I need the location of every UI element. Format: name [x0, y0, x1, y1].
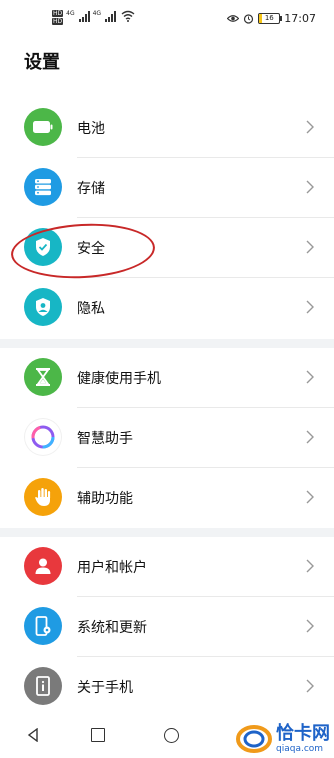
settings-item-about-phone[interactable]: 关于手机	[0, 657, 334, 717]
item-label: 用户和帐户	[77, 560, 147, 576]
settings-item-storage[interactable]: 存储	[0, 158, 334, 218]
chevron-right-icon	[306, 619, 314, 633]
settings-group-1: 电池 存储 安全 隐私	[0, 98, 334, 338]
settings-item-battery[interactable]: 电池	[0, 98, 334, 158]
item-label: 辅助功能	[77, 491, 133, 507]
item-label: 存储	[77, 181, 105, 197]
section-gap	[0, 339, 334, 348]
chevron-right-icon	[306, 240, 314, 254]
hd-badge: HD	[52, 10, 64, 17]
chevron-right-icon	[306, 430, 314, 444]
hand-icon	[24, 478, 62, 516]
assistant-icon	[24, 418, 62, 456]
eye-icon	[227, 15, 240, 22]
chevron-right-icon	[306, 180, 314, 194]
watermark-title: 恰卡网	[276, 723, 330, 744]
alarm-icon	[244, 14, 254, 24]
settings-item-privacy[interactable]: 隐私	[0, 278, 334, 338]
signal-icon	[105, 10, 117, 22]
signal-icon	[78, 10, 90, 22]
4g-label: 4G	[66, 10, 75, 17]
chevron-right-icon	[306, 679, 314, 693]
user-icon	[24, 547, 62, 585]
status-bar: HD HD 4G 4G 16 17:07	[0, 0, 334, 40]
privacy-icon	[24, 288, 62, 326]
settings-item-digital-balance[interactable]: 健康使用手机	[0, 348, 334, 408]
watermark: 恰卡网 qiaqa.com	[236, 724, 330, 754]
network-badges: HD HD	[52, 10, 64, 25]
hd-badge: HD	[52, 18, 64, 25]
status-right: 16 17:07	[227, 12, 316, 25]
battery-icon	[24, 108, 62, 146]
settings-item-system-update[interactable]: 系统和更新	[0, 597, 334, 657]
wifi-icon	[121, 10, 135, 22]
settings-group-3: 用户和帐户 系统和更新 关于手机	[0, 537, 334, 717]
storage-icon	[24, 168, 62, 206]
chevron-right-icon	[306, 559, 314, 573]
section-gap	[0, 528, 334, 537]
item-label: 电池	[77, 121, 105, 137]
battery-level: 16	[264, 14, 274, 22]
watermark-url: qiaqa.com	[276, 744, 324, 754]
settings-item-assistant[interactable]: 智慧助手	[0, 408, 334, 468]
item-label: 健康使用手机	[77, 371, 161, 387]
recents-button[interactable]	[91, 728, 105, 742]
watermark-text: 恰卡网 qiaqa.com	[276, 723, 330, 755]
settings-item-accessibility[interactable]: 辅助功能	[0, 468, 334, 528]
signal-group: HD HD 4G 4G	[52, 10, 135, 25]
phone-gear-icon	[24, 607, 62, 645]
chevron-right-icon	[306, 490, 314, 504]
battery-indicator: 16	[258, 13, 283, 24]
home-button[interactable]	[164, 728, 179, 743]
clock: 17:07	[284, 12, 316, 25]
watermark-logo-icon	[236, 725, 272, 753]
item-label: 关于手机	[77, 680, 133, 696]
item-label: 智慧助手	[77, 431, 133, 447]
page-title: 设置	[24, 52, 60, 73]
hourglass-icon	[24, 358, 62, 396]
back-icon[interactable]	[27, 728, 39, 742]
settings-group-2: 健康使用手机 智慧助手 辅助功能	[0, 348, 334, 528]
phone-info-icon	[24, 667, 62, 705]
chevron-right-icon	[306, 120, 314, 134]
item-label: 系统和更新	[77, 620, 147, 636]
chevron-right-icon	[306, 300, 314, 314]
chevron-right-icon	[306, 370, 314, 384]
item-label: 隐私	[77, 301, 105, 317]
4g-label: 4G	[92, 10, 102, 17]
settings-item-users-accounts[interactable]: 用户和帐户	[0, 537, 334, 597]
